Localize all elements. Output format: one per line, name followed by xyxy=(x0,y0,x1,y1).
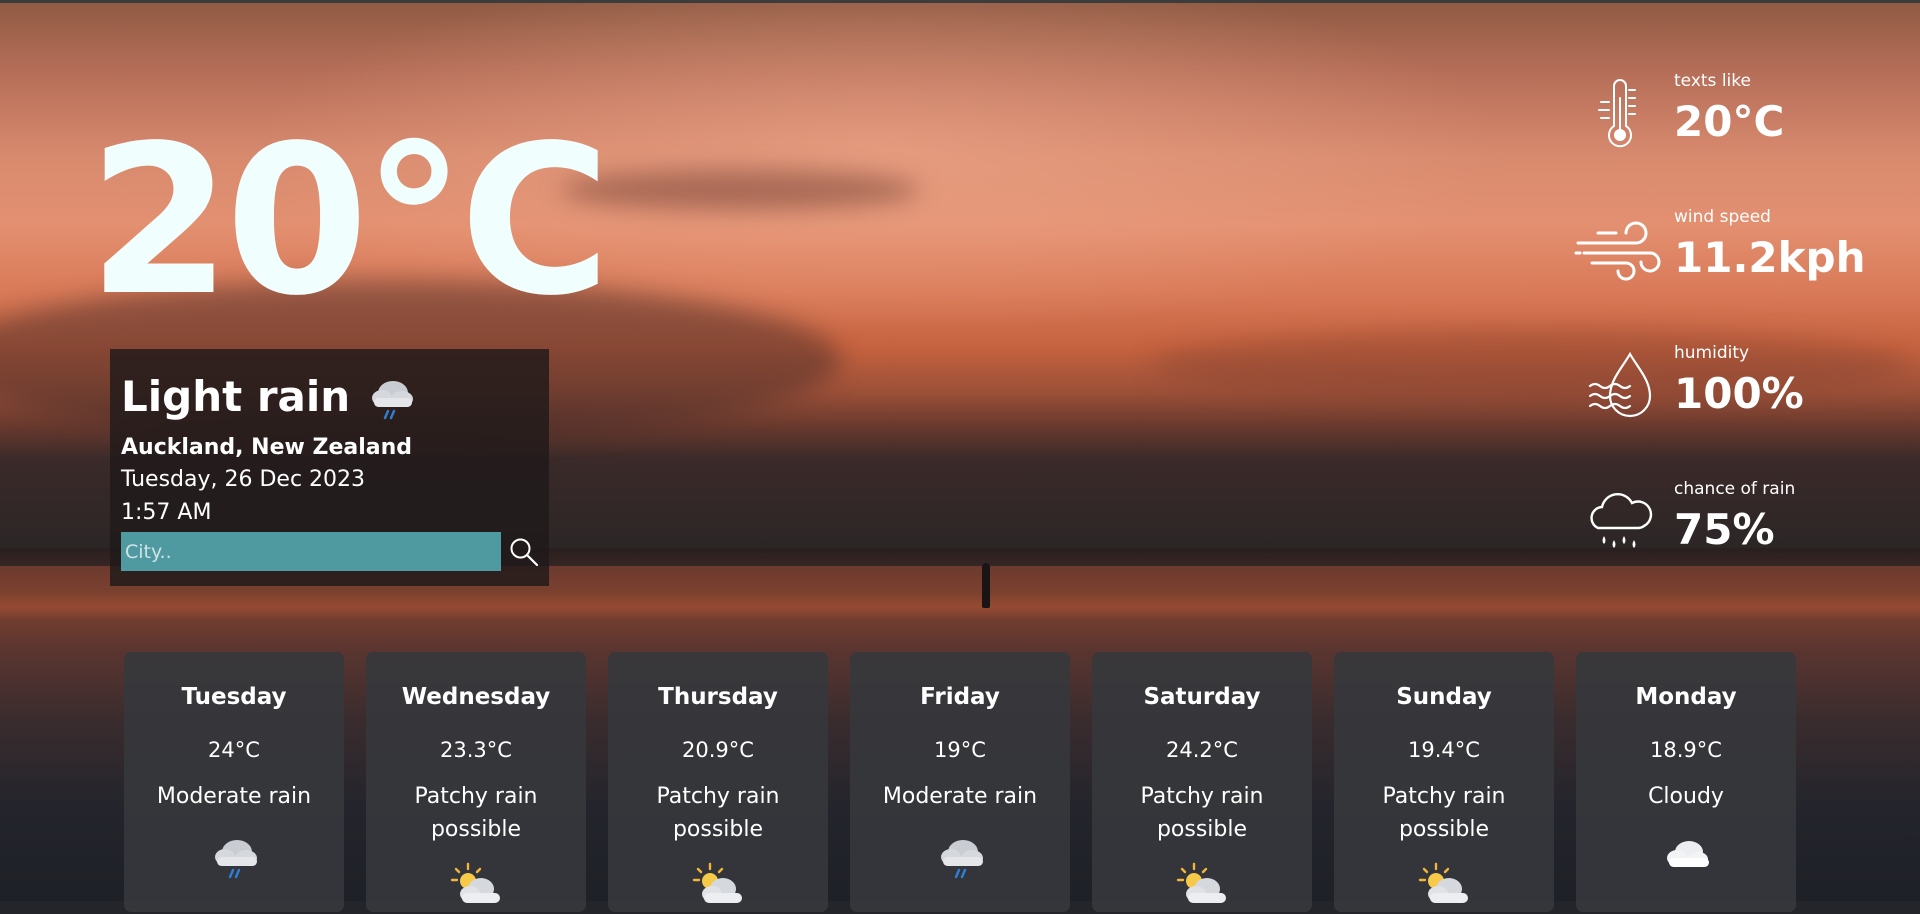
stat-label: chance of rain xyxy=(1674,479,1796,499)
sun-cloud-icon xyxy=(690,860,746,910)
forecast-card-saturday: Saturday 24.2°C Patchy rain possible xyxy=(1092,652,1312,912)
forecast-condition: Moderate rain xyxy=(882,784,1038,809)
rain-cloud-icon xyxy=(933,832,989,882)
date-text: Tuesday, 26 Dec 2023 xyxy=(121,467,366,492)
sun-cloud-icon xyxy=(1174,860,1230,910)
forecast-card-wednesday: Wednesday 23.3°C Patchy rain possible xyxy=(366,652,586,912)
humidity-icon xyxy=(1572,346,1668,426)
forecast-temp: 19°C xyxy=(934,738,986,762)
forecast-condition: Patchy rain possible xyxy=(1382,784,1506,842)
forecast-day: Thursday xyxy=(658,684,778,710)
forecast-day: Tuesday xyxy=(181,684,287,710)
thermometer-icon xyxy=(1572,74,1668,154)
current-conditions-panel: Light rain Auckland, New Zealand Tuesday… xyxy=(110,349,549,586)
forecast-day: Monday xyxy=(1635,684,1737,710)
forecast-temp: 19.4°C xyxy=(1408,738,1480,762)
stat-label: humidity xyxy=(1674,343,1750,363)
stat-value: 20°C xyxy=(1674,97,1785,146)
stat-value: 100% xyxy=(1674,369,1804,418)
condition-text: Light rain xyxy=(121,372,351,421)
forecast-temp: 24°C xyxy=(208,738,260,762)
stat-value: 11.2kph xyxy=(1674,233,1866,282)
stat-label: texts like xyxy=(1674,71,1751,91)
stat-label: wind speed xyxy=(1674,207,1771,227)
forecast-temp: 20.9°C xyxy=(682,738,754,762)
sun-cloud-icon xyxy=(1416,860,1472,910)
forecast-card-friday: Friday 19°C Moderate rain xyxy=(850,652,1070,912)
forecast-condition: Patchy rain possible xyxy=(414,784,538,842)
forecast-condition: Cloudy xyxy=(1648,784,1724,809)
city-search-input[interactable] xyxy=(121,532,501,571)
forecast-condition: Moderate rain xyxy=(156,784,312,809)
forecast-temp: 24.2°C xyxy=(1166,738,1238,762)
stat-humidity: humidity 100% xyxy=(1572,340,1912,440)
time-text: 1:57 AM xyxy=(121,500,212,525)
forecast-list: Tuesday 24°C Moderate rain Wednesday 23.… xyxy=(124,652,1796,912)
current-temperature: 20°C xyxy=(88,101,611,341)
light-rain-cloud-icon xyxy=(366,371,418,423)
forecast-card-tuesday: Tuesday 24°C Moderate rain xyxy=(124,652,344,912)
stat-value: 75% xyxy=(1674,505,1775,554)
sun-cloud-icon xyxy=(448,860,504,910)
forecast-temp: 23.3°C xyxy=(440,738,512,762)
stat-wind-speed: wind speed 11.2kph xyxy=(1572,204,1912,304)
wind-icon xyxy=(1572,210,1668,290)
forecast-card-monday: Monday 18.9°C Cloudy xyxy=(1576,652,1796,912)
cloud-icon xyxy=(1659,830,1715,880)
person-silhouette xyxy=(982,563,990,608)
forecast-day: Saturday xyxy=(1143,684,1261,710)
location-text: Auckland, New Zealand xyxy=(121,435,413,460)
forecast-condition: Patchy rain possible xyxy=(656,784,780,842)
forecast-card-thursday: Thursday 20.9°C Patchy rain possible xyxy=(608,652,828,912)
forecast-card-sunday: Sunday 19.4°C Patchy rain possible xyxy=(1334,652,1554,912)
stat-chance-of-rain: chance of rain 75% xyxy=(1572,476,1912,576)
forecast-condition: Patchy rain possible xyxy=(1140,784,1264,842)
forecast-temp: 18.9°C xyxy=(1650,738,1722,762)
search-icon xyxy=(510,538,539,567)
forecast-day: Friday xyxy=(920,684,1000,710)
forecast-day: Sunday xyxy=(1396,684,1492,710)
search-button[interactable] xyxy=(504,532,544,572)
forecast-day: Wednesday xyxy=(401,684,551,710)
rain-cloud-icon xyxy=(1572,482,1668,562)
rain-cloud-icon xyxy=(207,832,263,882)
stat-feels-like: texts like 20°C xyxy=(1572,68,1912,168)
